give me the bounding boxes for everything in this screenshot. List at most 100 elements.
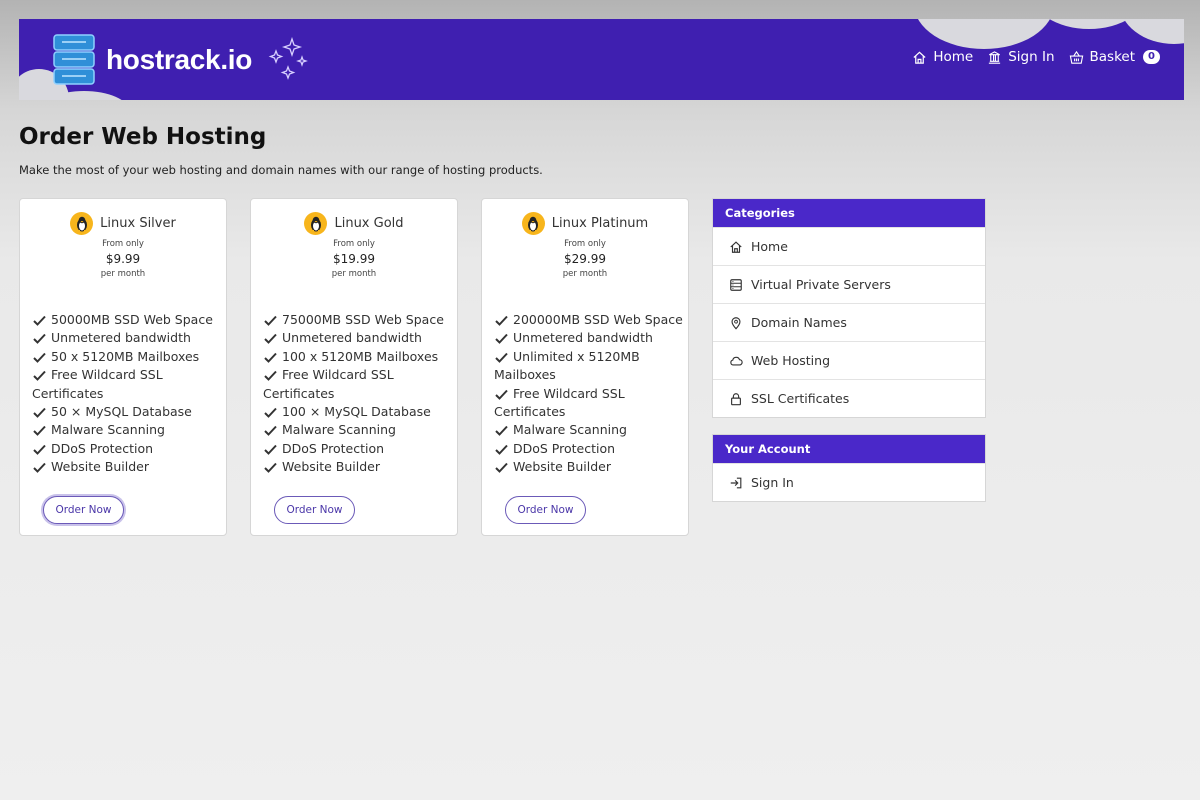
site-logo[interactable]: hostrack.io — [52, 33, 308, 87]
order-now-button[interactable]: Order Now — [274, 496, 355, 524]
server-stack-icon — [53, 34, 95, 85]
feature-item: Free Wildcard SSL Certificates — [32, 367, 163, 401]
checkmark-icon — [33, 426, 46, 437]
price-period: per month — [331, 269, 377, 279]
feature-item: Unmetered bandwidth — [32, 329, 222, 347]
card-header: Linux Gold From only $19.99 per month — [251, 212, 457, 279]
brand-name: hostrack.io — [106, 44, 253, 75]
map-pin-icon — [731, 316, 741, 330]
category-item-ssl-certificates[interactable]: SSL Certificates — [713, 379, 985, 417]
feature-item: Free Wildcard SSL Certificates — [263, 367, 394, 401]
price-prefix: From only — [564, 239, 606, 249]
category-label: Virtual Private Servers — [751, 277, 891, 292]
checkmark-icon — [495, 389, 508, 400]
feature-item: DDoS Protection — [32, 440, 222, 458]
feature-item: Website Builder — [32, 458, 222, 476]
account-heading: Your Account — [713, 435, 985, 463]
order-now-button[interactable]: Order Now — [505, 496, 586, 524]
cloud-icon — [730, 356, 743, 366]
feature-item: 50 × MySQL Database — [32, 403, 222, 421]
product-card-linux-gold: Linux Gold From only $19.99 per month 75… — [250, 198, 458, 536]
lock-icon — [731, 392, 741, 405]
category-item-vps[interactable]: Virtual Private Servers — [713, 265, 985, 303]
feature-item: 50 x 5120MB Mailboxes — [32, 348, 222, 366]
product-price: $19.99 — [333, 252, 375, 266]
page-subtitle: Make the most of your web hosting and do… — [19, 163, 543, 177]
feature-item: Website Builder — [494, 458, 684, 476]
categories-heading: Categories — [713, 199, 985, 227]
feature-list: 200000MB SSD Web Space Unmetered bandwid… — [494, 311, 684, 477]
feature-item: DDoS Protection — [494, 440, 684, 458]
checkmark-icon — [33, 407, 46, 418]
feature-item: 200000MB SSD Web Space — [494, 311, 684, 329]
feature-item: 100 x 5120MB Mailboxes — [263, 348, 453, 366]
bank-icon — [989, 50, 1001, 64]
feature-item: 75000MB SSD Web Space — [263, 311, 453, 329]
feature-item: DDoS Protection — [263, 440, 453, 458]
checkmark-icon — [33, 334, 46, 345]
checkmark-icon — [264, 407, 277, 418]
category-item-web-hosting[interactable]: Web Hosting — [713, 341, 985, 379]
account-label: Sign In — [751, 475, 794, 490]
feature-item: 100 × MySQL Database — [263, 403, 453, 421]
header-cloud-decoration — [1119, 19, 1184, 44]
category-label: Web Hosting — [751, 353, 831, 368]
feature-item: Unlimited x 5120MB Mailboxes — [494, 348, 640, 383]
checkmark-icon — [264, 371, 277, 382]
top-nav: Home Sign In Basket 0 — [912, 49, 1160, 65]
account-panel: Your Account Sign In — [712, 434, 986, 502]
nav-sign-in-label: Sign In — [1008, 49, 1055, 65]
checkmark-icon — [495, 463, 508, 474]
nav-sign-in[interactable]: Sign In — [987, 49, 1055, 65]
checkmark-icon — [264, 315, 277, 326]
linux-tux-icon — [521, 212, 545, 235]
checkmark-icon — [495, 334, 508, 345]
account-item-sign-in[interactable]: Sign In — [713, 463, 985, 501]
checkmark-icon — [33, 352, 46, 363]
checkmark-icon — [264, 352, 277, 363]
checkmark-icon — [33, 315, 46, 326]
linux-tux-icon — [304, 212, 328, 235]
category-label: SSL Certificates — [751, 391, 850, 406]
linux-tux-icon — [70, 212, 94, 235]
checkmark-icon — [264, 426, 277, 437]
order-now-button[interactable]: Order Now — [43, 496, 124, 524]
basket-icon — [1069, 50, 1083, 64]
price-period: per month — [562, 269, 608, 279]
feature-list: 50000MB SSD Web Space Unmetered bandwidt… — [32, 311, 222, 477]
checkmark-icon — [495, 352, 508, 363]
checkmark-icon — [33, 444, 46, 455]
product-name: Linux Platinum — [551, 216, 649, 231]
product-name: Linux Silver — [100, 216, 176, 231]
checkmark-icon — [264, 444, 277, 455]
feature-item: Malware Scanning — [32, 421, 222, 439]
nav-basket-label: Basket — [1089, 49, 1136, 65]
nav-basket[interactable]: Basket 0 — [1069, 49, 1160, 65]
card-header: Linux Platinum From only $29.99 per mont… — [482, 212, 688, 279]
sign-in-icon — [730, 477, 742, 488]
product-price: $9.99 — [105, 252, 141, 266]
price-prefix: From only — [333, 239, 375, 249]
checkmark-icon — [264, 463, 277, 474]
nav-home-label: Home — [933, 49, 974, 65]
site-header: hostrack.io Home Sign In Basket 0 — [19, 19, 1184, 100]
checkmark-icon — [495, 444, 508, 455]
header-cloud-decoration — [914, 19, 1054, 49]
feature-item: Website Builder — [263, 458, 453, 476]
product-name: Linux Gold — [334, 216, 404, 231]
product-card-linux-platinum: Linux Platinum From only $29.99 per mont… — [481, 198, 689, 536]
nav-home[interactable]: Home — [912, 49, 973, 65]
price-period: per month — [100, 269, 146, 279]
category-item-home[interactable]: Home — [713, 227, 985, 265]
checkmark-icon — [495, 315, 508, 326]
checkmark-icon — [33, 371, 46, 382]
category-label: Home — [751, 239, 788, 254]
sparkles-icon — [268, 36, 308, 83]
category-label: Domain Names — [751, 315, 847, 330]
category-item-domain-names[interactable]: Domain Names — [713, 303, 985, 341]
home-icon — [913, 51, 926, 64]
price-prefix: From only — [102, 239, 144, 249]
product-card-linux-silver: Linux Silver From only $9.99 per month 5… — [19, 198, 227, 536]
page-title: Order Web Hosting — [19, 124, 267, 150]
home-icon — [730, 240, 742, 253]
